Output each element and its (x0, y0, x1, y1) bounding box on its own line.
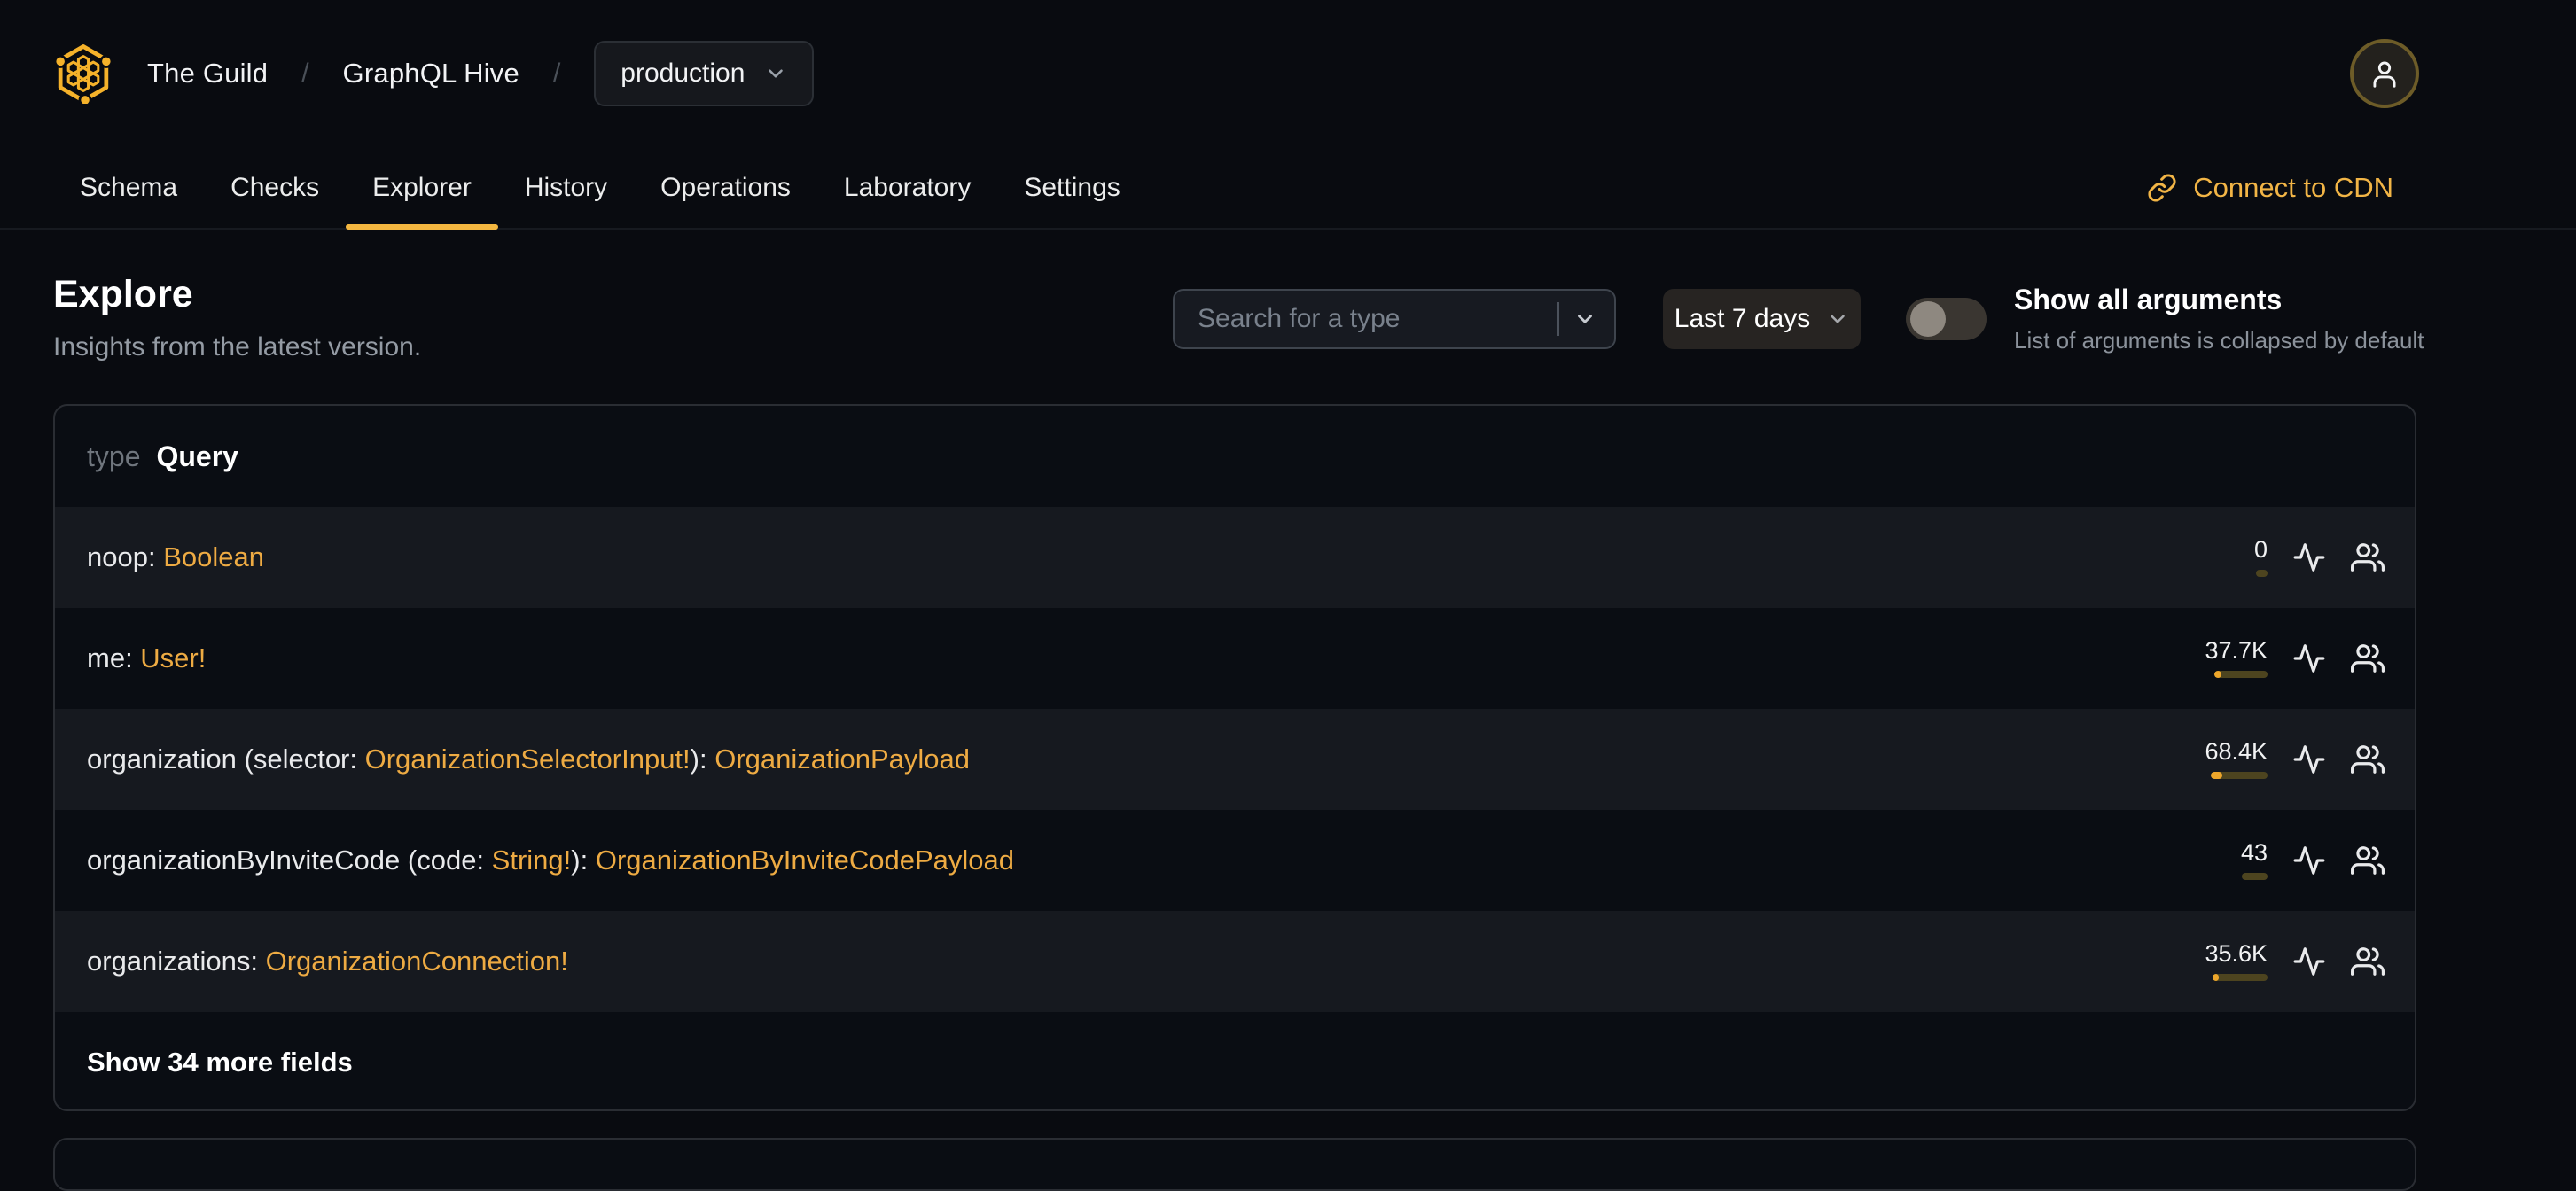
tab-operations[interactable]: Operations (634, 147, 817, 228)
tab-schema[interactable]: Schema (53, 147, 204, 228)
users-icon[interactable] (2351, 541, 2385, 574)
type-link[interactable]: String! (492, 845, 572, 876)
request-count: 35.6K (2205, 940, 2268, 967)
table-row: organizationByInviteCode (code: String!)… (55, 810, 2415, 911)
activity-icon[interactable] (2292, 844, 2326, 877)
hive-honeycomb-icon[interactable] (53, 43, 113, 104)
usage-bar (2211, 873, 2268, 880)
usage-stat: 35.6K (2202, 942, 2268, 981)
breadcrumb-separator: / (301, 58, 309, 88)
breadcrumb: The Guild / GraphQL Hive / production (53, 41, 815, 106)
type-card: type Query noop: Boolean 0 me: User! 37.… (53, 404, 2416, 1111)
table-row: noop: Boolean 0 (55, 507, 2415, 608)
field-stats: 68.4K (2202, 740, 2385, 779)
chevron-down-icon (1831, 315, 1846, 323)
usage-bar (2211, 671, 2268, 678)
request-count: 43 (2240, 839, 2268, 866)
request-count: 0 (2253, 536, 2268, 563)
chevron-down-icon (769, 69, 784, 78)
field-signature: organizations: OrganizationConnection! (87, 946, 568, 977)
usage-stat: 0 (2202, 538, 2268, 577)
tab-explorer[interactable]: Explorer (346, 147, 498, 230)
next-type-card (53, 1138, 2416, 1191)
page-head: Explore Insights from the latest version… (53, 273, 421, 362)
request-count: 68.4K (2205, 738, 2268, 765)
field-name: noop: (87, 541, 164, 572)
users-icon[interactable] (2351, 743, 2385, 776)
field-name: organizationByInviteCode (code: (87, 845, 492, 876)
field-name: ): (690, 743, 715, 775)
user-menu-button[interactable] (2350, 39, 2419, 108)
table-row: me: User! 37.7K (55, 608, 2415, 709)
search-input[interactable] (1198, 304, 1549, 334)
field-signature: organization (selector: OrganizationSele… (87, 743, 970, 775)
breadcrumb-separator: / (552, 58, 561, 88)
user-icon (2373, 61, 2396, 88)
period-select[interactable]: Last 7 days (1663, 289, 1861, 349)
activity-icon[interactable] (2292, 541, 2326, 574)
activity-icon[interactable] (2292, 945, 2326, 978)
type-card-header: type Query (55, 406, 2415, 507)
connect-to-cdn-button[interactable]: Connect to CDN (2147, 147, 2393, 228)
users-icon[interactable] (2351, 945, 2385, 978)
field-signature: noop: Boolean (87, 541, 264, 573)
type-link[interactable]: OrganizationPayload (714, 743, 970, 775)
table-row: organizations: OrganizationConnection! 3… (55, 911, 2415, 1012)
tab-history[interactable]: History (498, 147, 634, 228)
activity-icon[interactable] (2292, 642, 2326, 675)
field-name: organizations: (87, 946, 266, 977)
breadcrumb-org[interactable]: The Guild (147, 58, 268, 90)
users-icon[interactable] (2351, 642, 2385, 675)
divider (1557, 302, 1559, 336)
table-row: organization (selector: OrganizationSele… (55, 709, 2415, 810)
field-stats: 43 (2202, 841, 2385, 880)
toggle-label: Show all arguments (2014, 284, 2283, 315)
target-selector[interactable]: production (594, 41, 815, 106)
top-bar: The Guild / GraphQL Hive / production (0, 0, 2576, 147)
field-list: noop: Boolean 0 me: User! 37.7K organiza… (55, 507, 2415, 1012)
tab-laboratory[interactable]: Laboratory (817, 147, 997, 228)
field-name: ): (571, 845, 596, 876)
usage-stat: 43 (2202, 841, 2268, 880)
usage-bar (2211, 772, 2268, 779)
show-all-arguments-toggle[interactable] (1906, 298, 1987, 340)
field-signature: organizationByInviteCode (code: String!)… (87, 845, 1014, 876)
link-icon (2148, 174, 2176, 201)
field-stats: 35.6K (2202, 942, 2385, 981)
type-link[interactable]: OrganizationSelectorInput! (365, 743, 691, 775)
connect-to-cdn-label: Connect to CDN (2193, 171, 2393, 203)
tab-bar: Schema Checks Explorer History Operations Lab… (0, 147, 2576, 230)
chevron-down-icon[interactable] (1573, 307, 1596, 331)
request-count: 37.7K (2205, 637, 2268, 664)
field-signature: me: User! (87, 642, 206, 674)
show-all-arguments-text: Show all arguments List of arguments is … (2014, 284, 2431, 354)
type-link[interactable]: OrganizationConnection! (266, 946, 568, 977)
type-link[interactable]: Boolean (163, 541, 264, 572)
tab-settings[interactable]: Settings (997, 147, 1146, 228)
type-link[interactable]: User! (140, 642, 206, 673)
type-link[interactable]: OrganizationByInviteCodePayload (596, 845, 1014, 876)
show-more-fields-button[interactable]: Show 34 more fields (55, 1012, 2415, 1109)
usage-stat: 68.4K (2202, 740, 2268, 779)
tab-checks[interactable]: Checks (204, 147, 346, 228)
activity-icon[interactable] (2292, 743, 2326, 776)
field-name: organization (selector: (87, 743, 365, 775)
breadcrumb-project[interactable]: GraphQL Hive (343, 58, 519, 90)
users-icon[interactable] (2351, 844, 2385, 877)
usage-bar (2211, 974, 2268, 981)
usage-stat: 37.7K (2202, 639, 2268, 678)
type-search-combobox (1173, 289, 1616, 349)
usage-bar (2211, 570, 2268, 577)
field-stats: 37.7K (2202, 639, 2385, 678)
type-name: Query (156, 440, 238, 472)
type-kind-keyword: type (87, 440, 141, 472)
toggle-knob (1910, 301, 1946, 337)
field-stats: 0 (2202, 538, 2385, 577)
field-name: me: (87, 642, 141, 673)
page-title: Explore (53, 273, 193, 315)
period-select-value: Last 7 days (1674, 304, 1811, 333)
target-selector-value: production (621, 58, 745, 88)
toggle-description: List of arguments is collapsed by defaul… (2014, 327, 2424, 354)
page-subtitle: Insights from the latest version. (53, 332, 422, 362)
